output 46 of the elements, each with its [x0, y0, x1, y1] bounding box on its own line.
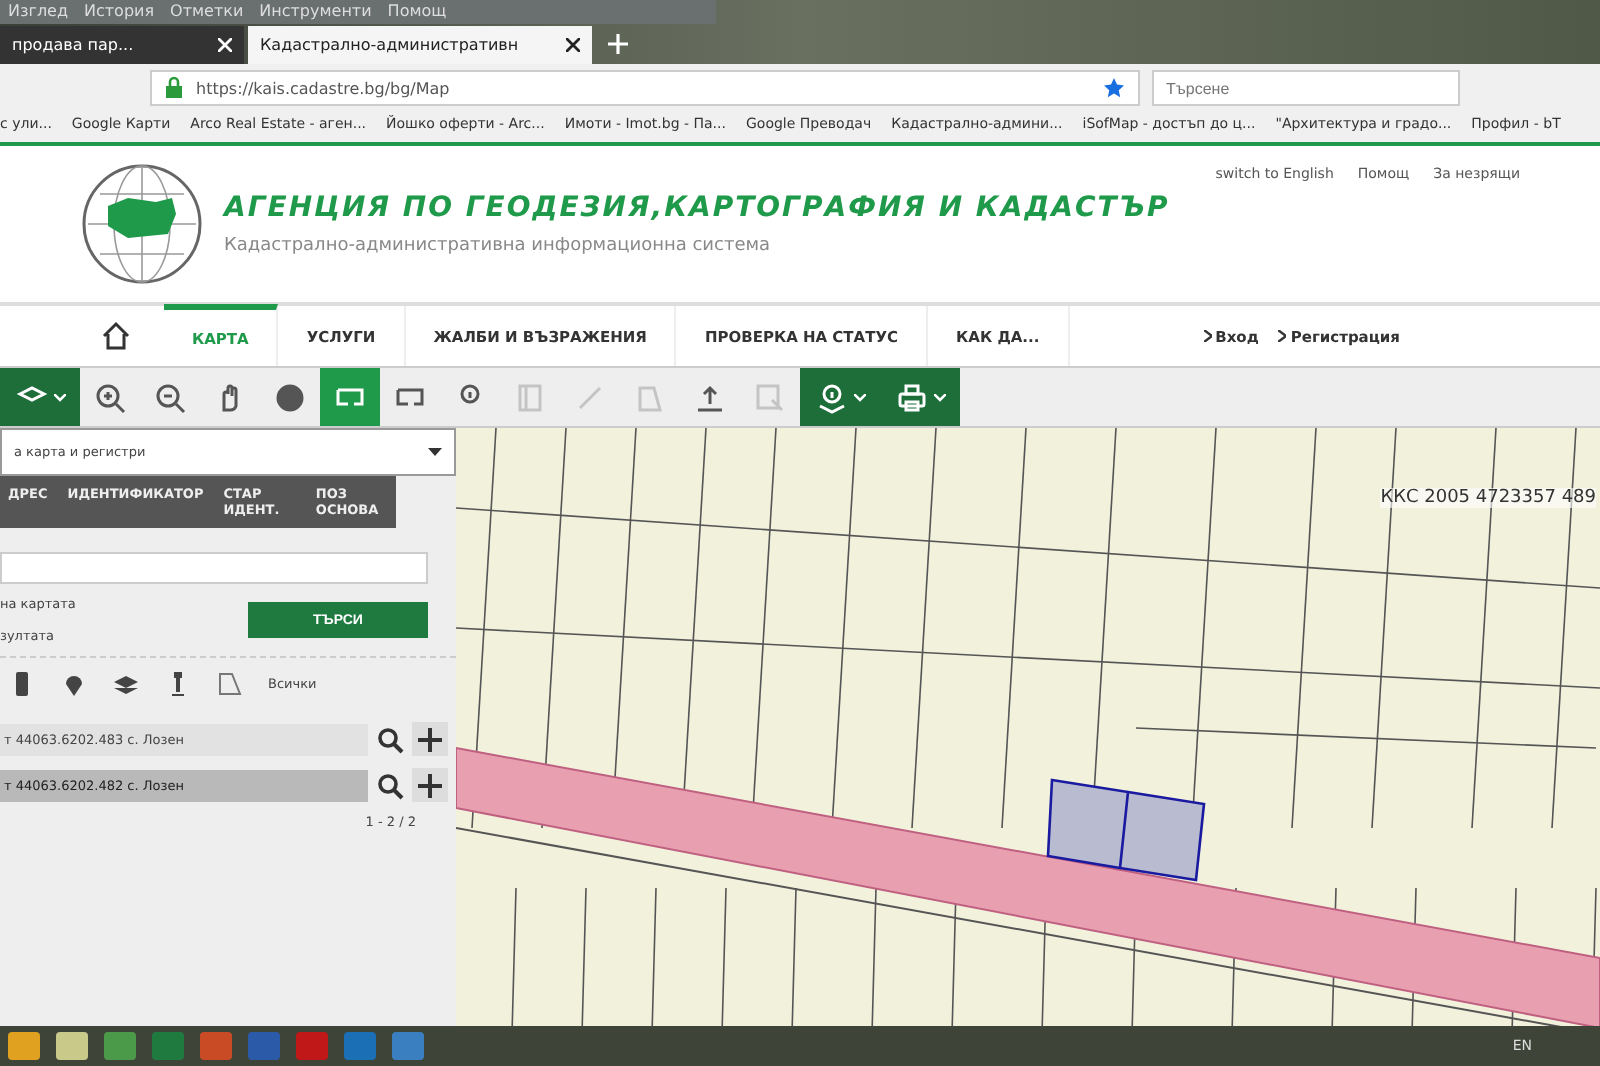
menu-item[interactable]: Изглед: [8, 2, 69, 23]
print-icon: [895, 381, 927, 413]
home-icon[interactable]: [100, 320, 132, 352]
caret-icon: [428, 448, 442, 456]
star-icon[interactable]: [1102, 76, 1126, 100]
zoom-out-icon: [154, 381, 186, 413]
info-layers-icon: [815, 381, 847, 413]
add-button[interactable]: [412, 722, 448, 756]
browser-search-field[interactable]: Търсене: [1152, 70, 1460, 106]
filter-icon[interactable]: [216, 670, 244, 698]
search-input[interactable]: [0, 552, 428, 584]
upload-icon: [694, 381, 726, 413]
filter-icon[interactable]: [60, 670, 88, 698]
address-field[interactable]: https://kais.cadastre.bg/bg/Map: [150, 70, 1140, 106]
search-icon[interactable]: [376, 771, 404, 799]
browser-tab[interactable]: Кадастрално-административн: [248, 26, 592, 64]
lock-icon: [164, 76, 184, 100]
select-icon: [754, 381, 786, 413]
toolbar-button[interactable]: [800, 368, 880, 426]
globe-icon: [274, 381, 306, 413]
toolbar-button[interactable]: [320, 368, 380, 426]
menu-item[interactable]: Отметки: [170, 2, 244, 23]
menu-item[interactable]: История: [84, 2, 155, 23]
chevron-icon: [1278, 330, 1287, 342]
agency-title: АГЕНЦИЯ ПО ГЕОДЕЗИЯ,КАРТОГРАФИЯ И КАДАСТЪР: [224, 192, 1172, 224]
add-button[interactable]: [412, 768, 448, 802]
filter-icon[interactable]: [112, 670, 140, 698]
caret-icon: [933, 393, 945, 401]
document-icon: [514, 381, 546, 413]
chevron-icon: [1203, 330, 1212, 342]
browser-tab[interactable]: продава пар...: [0, 26, 244, 64]
menu-item[interactable]: Помощ: [387, 2, 447, 23]
new-tab-icon[interactable]: [608, 34, 628, 54]
ruler-icon: [574, 381, 606, 413]
close-icon[interactable]: [566, 38, 580, 52]
system-subtitle: Кадастрално-административна информационна система: [224, 236, 773, 256]
toolbar-button[interactable]: [0, 368, 80, 426]
map-coordinates: ККС 2005 4723357 489: [1380, 488, 1596, 508]
toolbar-button[interactable]: [880, 368, 960, 426]
caret-icon: [53, 393, 65, 401]
menu-item[interactable]: Инструменти: [259, 2, 372, 23]
polygon-icon: [634, 381, 666, 413]
search-icon[interactable]: [376, 725, 404, 753]
globe-logo-icon: [80, 162, 204, 286]
caret-icon: [853, 393, 865, 401]
zoom-in-icon: [94, 381, 126, 413]
